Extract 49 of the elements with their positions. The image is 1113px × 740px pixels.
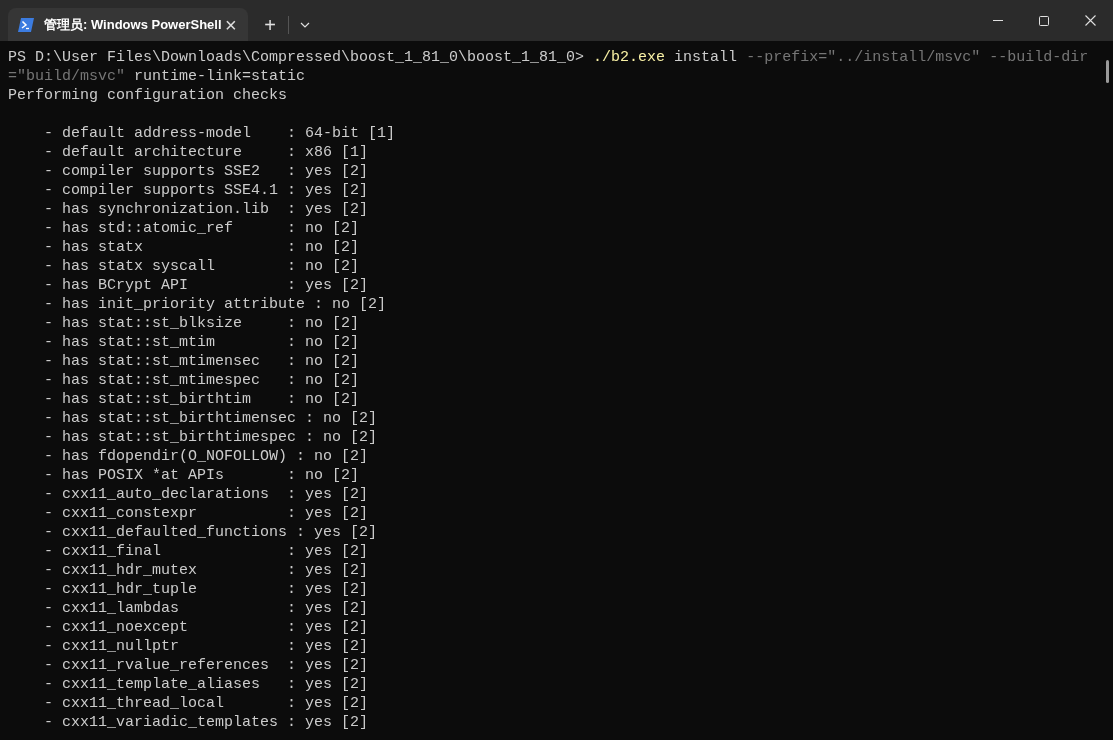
argument-text: install <box>674 48 738 67</box>
minimize-icon <box>993 20 1003 21</box>
output-text: Performing configuration checks <box>8 86 288 105</box>
output-text: - cxx11_hdr_mutex : yes [2] <box>43 561 369 580</box>
prompt-text: PS D:\User Files\Downloads\Compressed\boost_1_81_0\boost_1_81_0> <box>8 48 585 67</box>
parameter-text: ="build/msvc" <box>8 67 126 86</box>
output-text: - cxx11_constexpr : yes [2] <box>43 504 369 523</box>
output-text: - has statx : no [2] <box>43 238 360 257</box>
output-text: - has statx syscall : no [2] <box>43 257 360 276</box>
command-text: ./b2.exe <box>593 48 666 67</box>
output-text: - has stat::st_birthtimespec : no [2] <box>43 428 378 447</box>
output-text: - has stat::st_mtimespec : no [2] <box>43 371 360 390</box>
output-text: - cxx11_noexcept : yes [2] <box>43 618 369 637</box>
output-text: - has POSIX *at APIs : no [2] <box>43 466 360 485</box>
argument-text: runtime-link=static <box>134 67 306 86</box>
tab-close-button[interactable]: × <box>221 13 240 36</box>
output-text: - has std::atomic_ref : no [2] <box>43 219 360 238</box>
new-tab-button[interactable]: + <box>256 10 284 39</box>
output-text: - has stat::st_birthtimensec : no [2] <box>43 409 378 428</box>
output-text: - has init_priority attribute : no [2] <box>43 295 387 314</box>
output-text: - cxx11_nullptr : yes [2] <box>43 637 369 656</box>
output-text: - default architecture : x86 [1] <box>43 143 369 162</box>
chevron-down-icon <box>300 21 310 28</box>
output-text: - cxx11_variadic_templates : yes [2] <box>43 713 369 732</box>
output-text: - has BCrypt API : yes [2] <box>43 276 369 295</box>
scrollbar-thumb[interactable] <box>1106 60 1109 83</box>
output-text: - cxx11_final : yes [2] <box>43 542 369 561</box>
output-text: - has stat::st_birthtim : no [2] <box>43 390 360 409</box>
output-text: - compiler supports SSE4.1 : yes [2] <box>43 181 369 200</box>
terminal-icon <box>18 17 34 32</box>
tab-title: 管理员: Windows PowerShell <box>44 15 222 34</box>
output-text: - has synchronization.lib : yes [2] <box>43 200 369 219</box>
output-text: - cxx11_rvalue_references : yes [2] <box>43 656 369 675</box>
output-text: - cxx11_defaulted_functions : yes [2] <box>43 523 378 542</box>
output-text: - cxx11_thread_local : yes [2] <box>43 694 369 713</box>
parameter-text: --prefix="../install/msvc" --build-dir <box>746 48 1089 67</box>
output-text: - cxx11_template_aliases : yes [2] <box>43 675 369 694</box>
output-text: - has fdopendir(O_NOFOLLOW) : no [2] <box>43 447 369 466</box>
output-text: - has stat::st_mtimensec : no [2] <box>43 352 360 371</box>
maximize-icon <box>1039 15 1049 26</box>
output-text: - compiler supports SSE2 : yes [2] <box>43 162 369 181</box>
output-text: - cxx11_hdr_tuple : yes [2] <box>43 580 369 599</box>
output-text: - cxx11_lambdas : yes [2] <box>43 599 369 618</box>
output-text: - cxx11_auto_declarations : yes [2] <box>43 485 369 504</box>
output-text: - default address-model : 64-bit [1] <box>43 124 396 143</box>
output-text: - has stat::st_mtim : no [2] <box>43 333 360 352</box>
output-text: - has stat::st_blksize : no [2] <box>43 314 360 333</box>
terminal-tab[interactable]: 管理员: Windows PowerShell × <box>8 8 248 41</box>
close-icon <box>1084 15 1096 26</box>
